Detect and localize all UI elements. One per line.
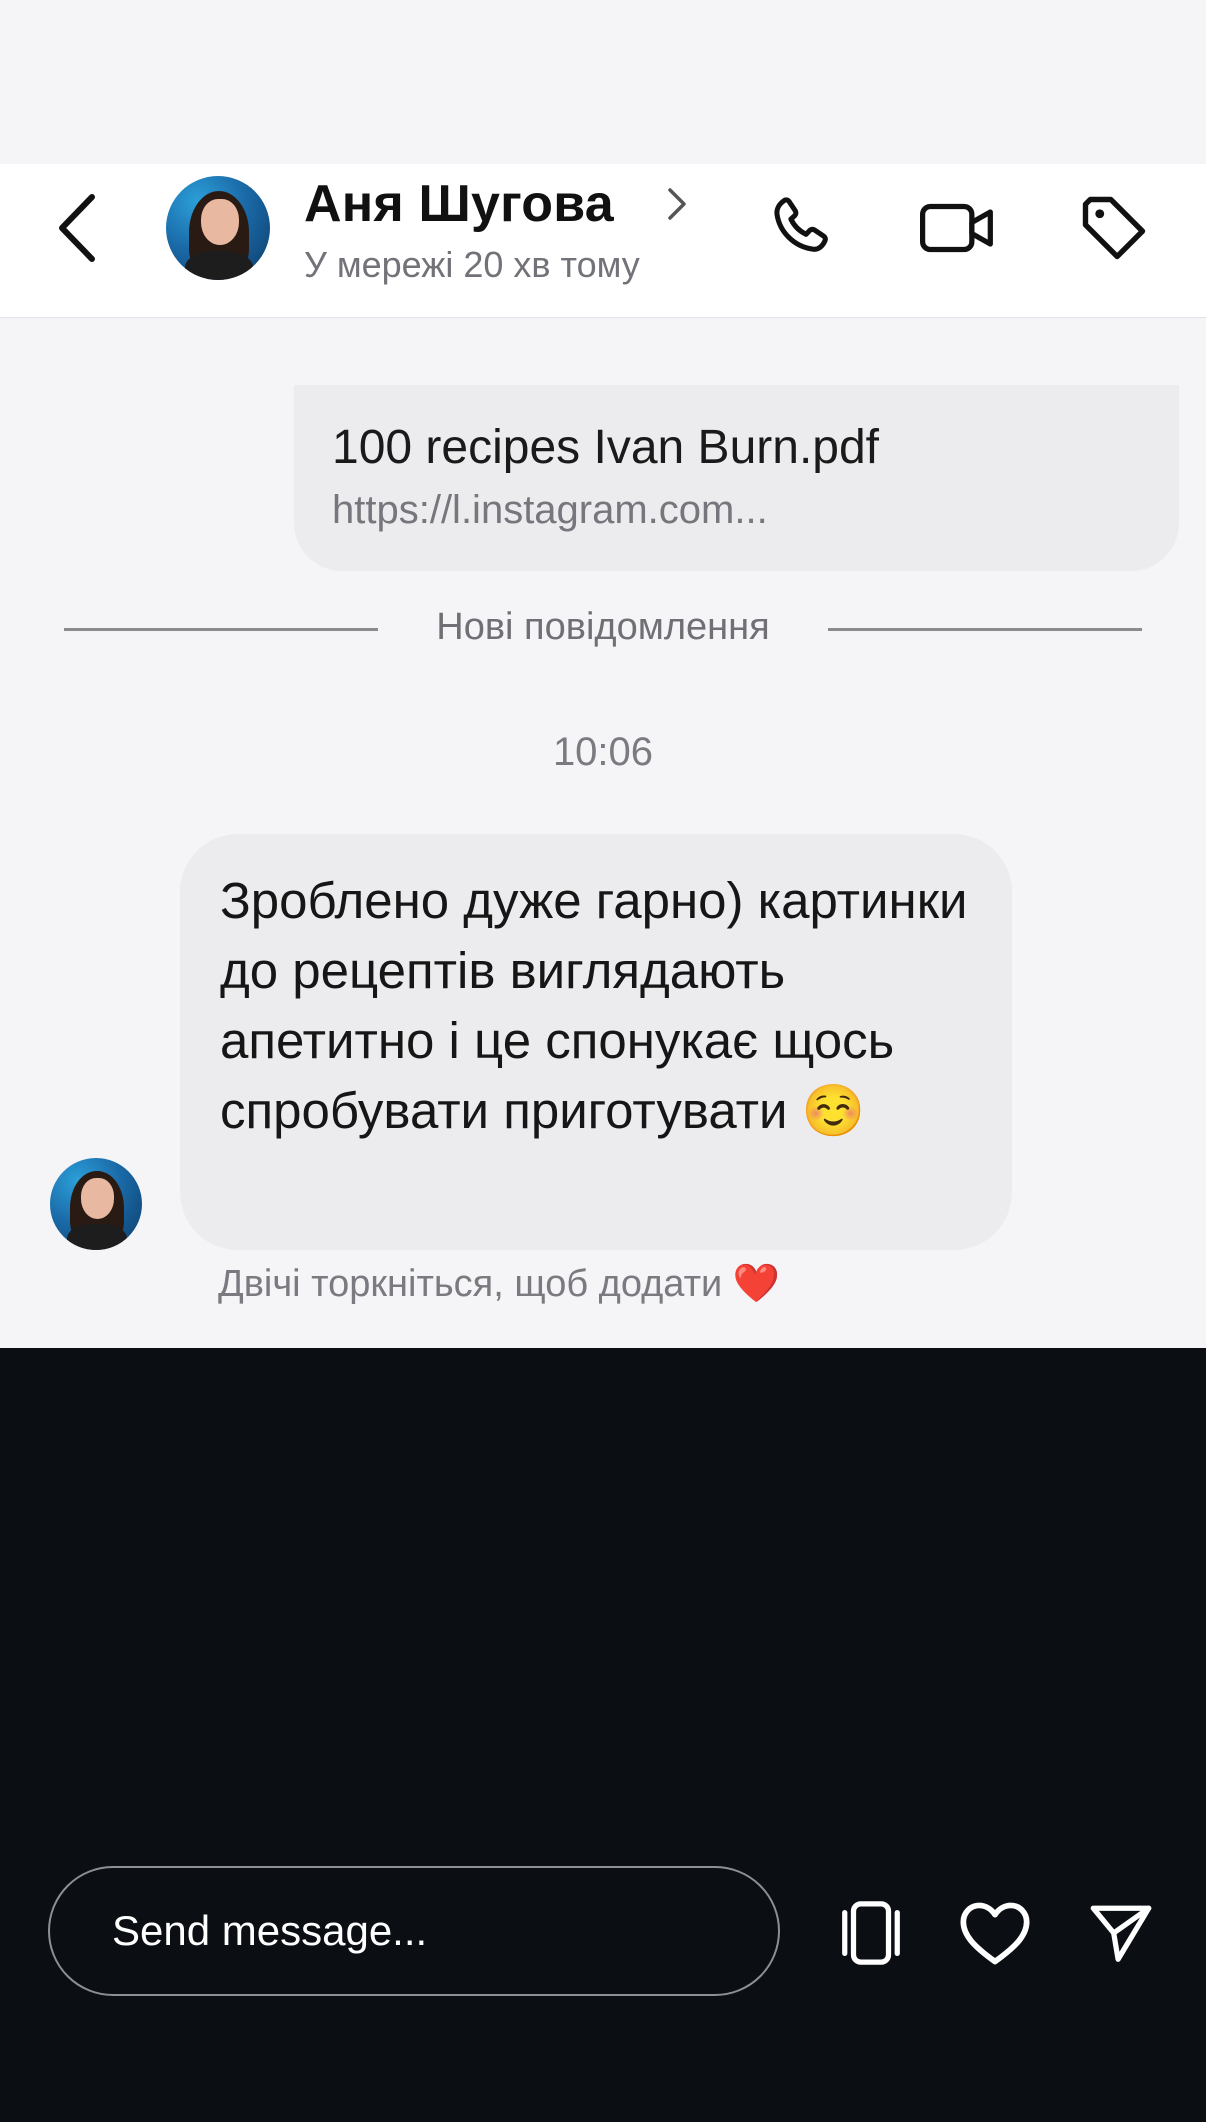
phone-icon [774,197,828,252]
audio-call-button[interactable] [762,188,842,268]
send-icon [1090,1905,1152,1962]
file-name: 100 recipes Ivan Burn.pdf [332,421,880,474]
like-button[interactable] [950,1888,1040,1978]
sticker-icon [842,1901,900,1965]
new-messages-divider: Нові повідомлення [436,606,770,648]
video-camera-icon [920,203,993,253]
contact-name[interactable]: Аня Шугова [304,174,614,234]
send-button[interactable] [1076,1888,1166,1978]
divider-line [64,628,378,631]
message-input[interactable] [48,1866,780,1996]
contact-avatar[interactable] [166,176,270,280]
reaction-hint: Двічі торкніться, щоб додати ❤️ [218,1263,781,1305]
sender-avatar[interactable] [50,1158,142,1250]
back-button[interactable] [46,188,106,268]
tag-icon [1082,196,1146,260]
sticker-button[interactable] [826,1888,916,1978]
chevron-right-icon[interactable] [662,184,692,224]
video-call-button[interactable] [918,188,998,268]
back-icon [59,194,95,262]
divider-line [828,628,1142,631]
status-bar-area [0,0,1206,164]
label-button[interactable] [1074,188,1154,268]
incoming-message-text: Зроблено дуже гарно) картинки до рецепті… [220,872,968,1139]
file-link[interactable]: https://l.instagram.com... [332,488,768,533]
composer-bar [0,1348,1206,2122]
heart-icon [960,1902,1030,1965]
message-timestamp: 10:06 [552,730,654,774]
contact-status: У мережі 20 хв тому [304,244,640,285]
file-message-bubble[interactable] [294,385,1179,571]
